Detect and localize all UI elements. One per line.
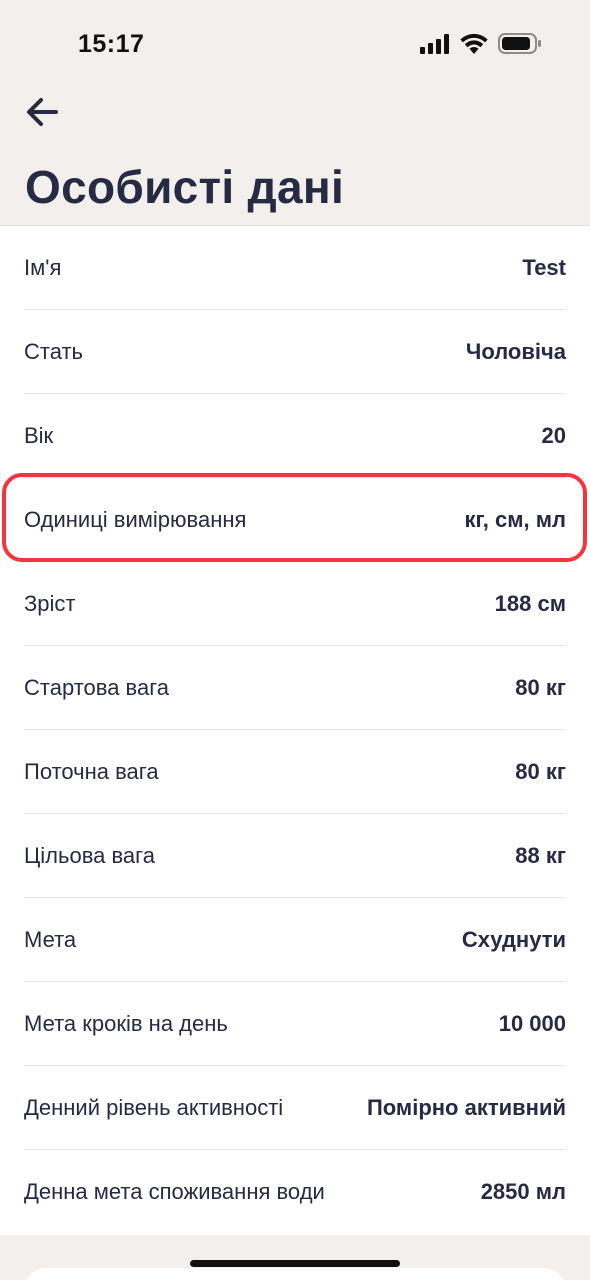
wifi-icon <box>460 33 488 59</box>
battery-icon <box>498 33 542 59</box>
row-label: Цільова вага <box>24 842 155 868</box>
status-time: 15:17 <box>78 30 145 58</box>
row-height[interactable]: Зріст 188 см <box>24 562 566 646</box>
row-value: Test <box>522 254 566 280</box>
row-label: Ім'я <box>24 254 62 280</box>
row-daily-steps[interactable]: Мета кроків на день 10 000 <box>24 982 566 1066</box>
row-value: кг, см, мл <box>464 506 566 532</box>
row-value: Помірно активний <box>366 1094 566 1120</box>
personal-data-list: Ім'я Test Стать Чоловіча Вік 20 Одиниці … <box>0 225 590 1235</box>
row-age[interactable]: Вік 20 <box>24 394 566 478</box>
row-gender[interactable]: Стать Чоловіча <box>24 310 566 394</box>
row-goal[interactable]: Мета Схуднути <box>24 898 566 982</box>
row-value: Схуднути <box>461 926 566 952</box>
row-label: Поточна вага <box>24 758 159 784</box>
row-value: 20 <box>541 422 566 448</box>
back-button[interactable] <box>22 94 62 134</box>
row-value: 2850 мл <box>480 1179 566 1204</box>
row-label: Мета <box>24 926 77 952</box>
row-value: 10 000 <box>498 1010 566 1036</box>
header: Особисті дані <box>0 88 590 225</box>
row-units[interactable]: Одиниці вимірювання кг, см, мл <box>24 478 566 562</box>
bottom-card <box>24 1268 566 1280</box>
row-label: Денний рівень активності <box>24 1094 284 1120</box>
row-value: Чоловіча <box>465 338 566 364</box>
row-label: Вік <box>24 422 54 448</box>
row-name[interactable]: Ім'я Test <box>24 226 566 310</box>
status-icons <box>420 33 542 59</box>
arrow-left-icon <box>25 97 59 132</box>
row-label: Зріст <box>24 590 76 616</box>
row-value: 88 кг <box>515 842 566 868</box>
row-start-weight[interactable]: Стартова вага 80 кг <box>24 646 566 730</box>
row-water-goal[interactable]: Денна мета споживання води 2850 мл <box>24 1150 566 1234</box>
row-label: Мета кроків на день <box>24 1010 228 1036</box>
row-activity-level[interactable]: Денний рівень активності Помірно активни… <box>24 1066 566 1150</box>
row-value: 80 кг <box>515 758 566 784</box>
row-value: 188 см <box>494 590 566 616</box>
row-label: Стартова вага <box>24 674 170 700</box>
row-value: 80 кг <box>515 674 566 700</box>
row-label: Одиниці вимірювання <box>24 506 247 532</box>
page-title: Особисті дані <box>25 161 345 213</box>
status-bar: 15:17 <box>0 0 590 88</box>
bottom-area <box>0 1235 590 1280</box>
row-target-weight[interactable]: Цільова вага 88 кг <box>24 814 566 898</box>
cellular-signal-icon <box>420 33 450 59</box>
row-label: Денна мета споживання води <box>24 1179 325 1204</box>
row-current-weight[interactable]: Поточна вага 80 кг <box>24 730 566 814</box>
home-indicator <box>190 1260 400 1267</box>
row-label: Стать <box>24 338 84 364</box>
